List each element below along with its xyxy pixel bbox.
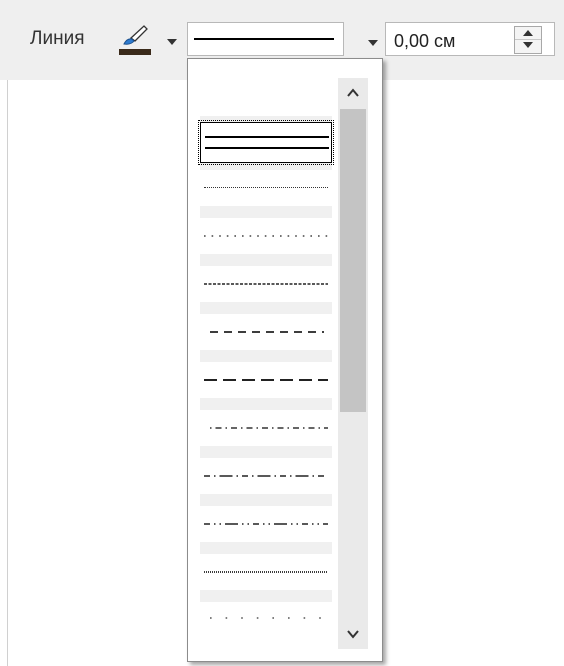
- chevron-down-icon: [347, 630, 359, 639]
- line-style-item-dashed[interactable]: [200, 314, 332, 350]
- line-style-item-fine-dashed[interactable]: [200, 266, 332, 302]
- line-style-item-none[interactable]: [200, 78, 332, 116]
- line-color-button[interactable]: [117, 22, 177, 56]
- line-style-item-dotted[interactable]: [200, 218, 332, 254]
- chevron-down-icon[interactable]: [368, 40, 378, 46]
- line-style-item-double[interactable]: [198, 120, 334, 165]
- line-style-item-ultrafine-dotted[interactable]: [200, 554, 332, 590]
- line-width-input[interactable]: 0,00 см: [394, 31, 455, 52]
- line-style-item-long-dash-dot[interactable]: [200, 458, 332, 494]
- spin-up-icon[interactable]: [523, 30, 533, 36]
- line-style-item-fine-dotted[interactable]: [200, 170, 332, 206]
- vertical-scrollbar[interactable]: [338, 78, 368, 649]
- line-style-list: [198, 78, 334, 634]
- spin-down-icon[interactable]: [523, 42, 533, 48]
- line-style-item-sparse-dotted[interactable]: [200, 602, 332, 634]
- scroll-down-button[interactable]: [338, 619, 368, 649]
- line-style-item-dash-dot-dot[interactable]: [200, 506, 332, 542]
- line-style-dropdown[interactable]: [187, 22, 378, 56]
- line-width-spinfield[interactable]: 0,00 см: [385, 22, 555, 56]
- scroll-up-button[interactable]: [338, 78, 368, 108]
- line-width-spin-buttons[interactable]: [514, 26, 542, 54]
- chevron-up-icon: [347, 88, 359, 97]
- line-style-item-dash-dot[interactable]: [200, 410, 332, 446]
- line-color-brush-icon: [119, 25, 151, 55]
- document-edge: [7, 80, 8, 666]
- line-style-preview: [194, 38, 334, 40]
- line-label: Линия: [30, 28, 85, 49]
- line-style-popup: [187, 58, 383, 662]
- scroll-thumb[interactable]: [340, 109, 366, 412]
- chevron-down-icon: [167, 39, 177, 45]
- line-style-item-long-dash[interactable]: [200, 362, 332, 398]
- spin-divider: [515, 39, 541, 40]
